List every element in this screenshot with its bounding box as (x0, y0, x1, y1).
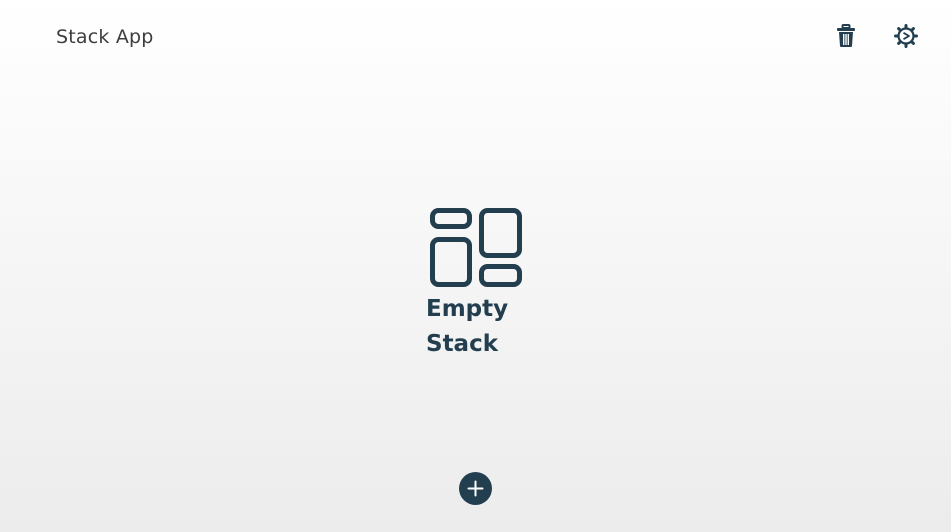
delete-button[interactable] (830, 20, 862, 52)
gear-icon (894, 24, 918, 48)
plus-icon (467, 480, 484, 497)
add-button[interactable] (459, 472, 492, 505)
app-title: Stack App (56, 26, 154, 48)
empty-stack-label: Empty Stack (426, 296, 509, 357)
stack-layout-icon (430, 208, 522, 287)
settings-button[interactable] (890, 20, 922, 52)
empty-state: Empty Stack (426, 206, 526, 362)
trash-icon (837, 24, 855, 47)
